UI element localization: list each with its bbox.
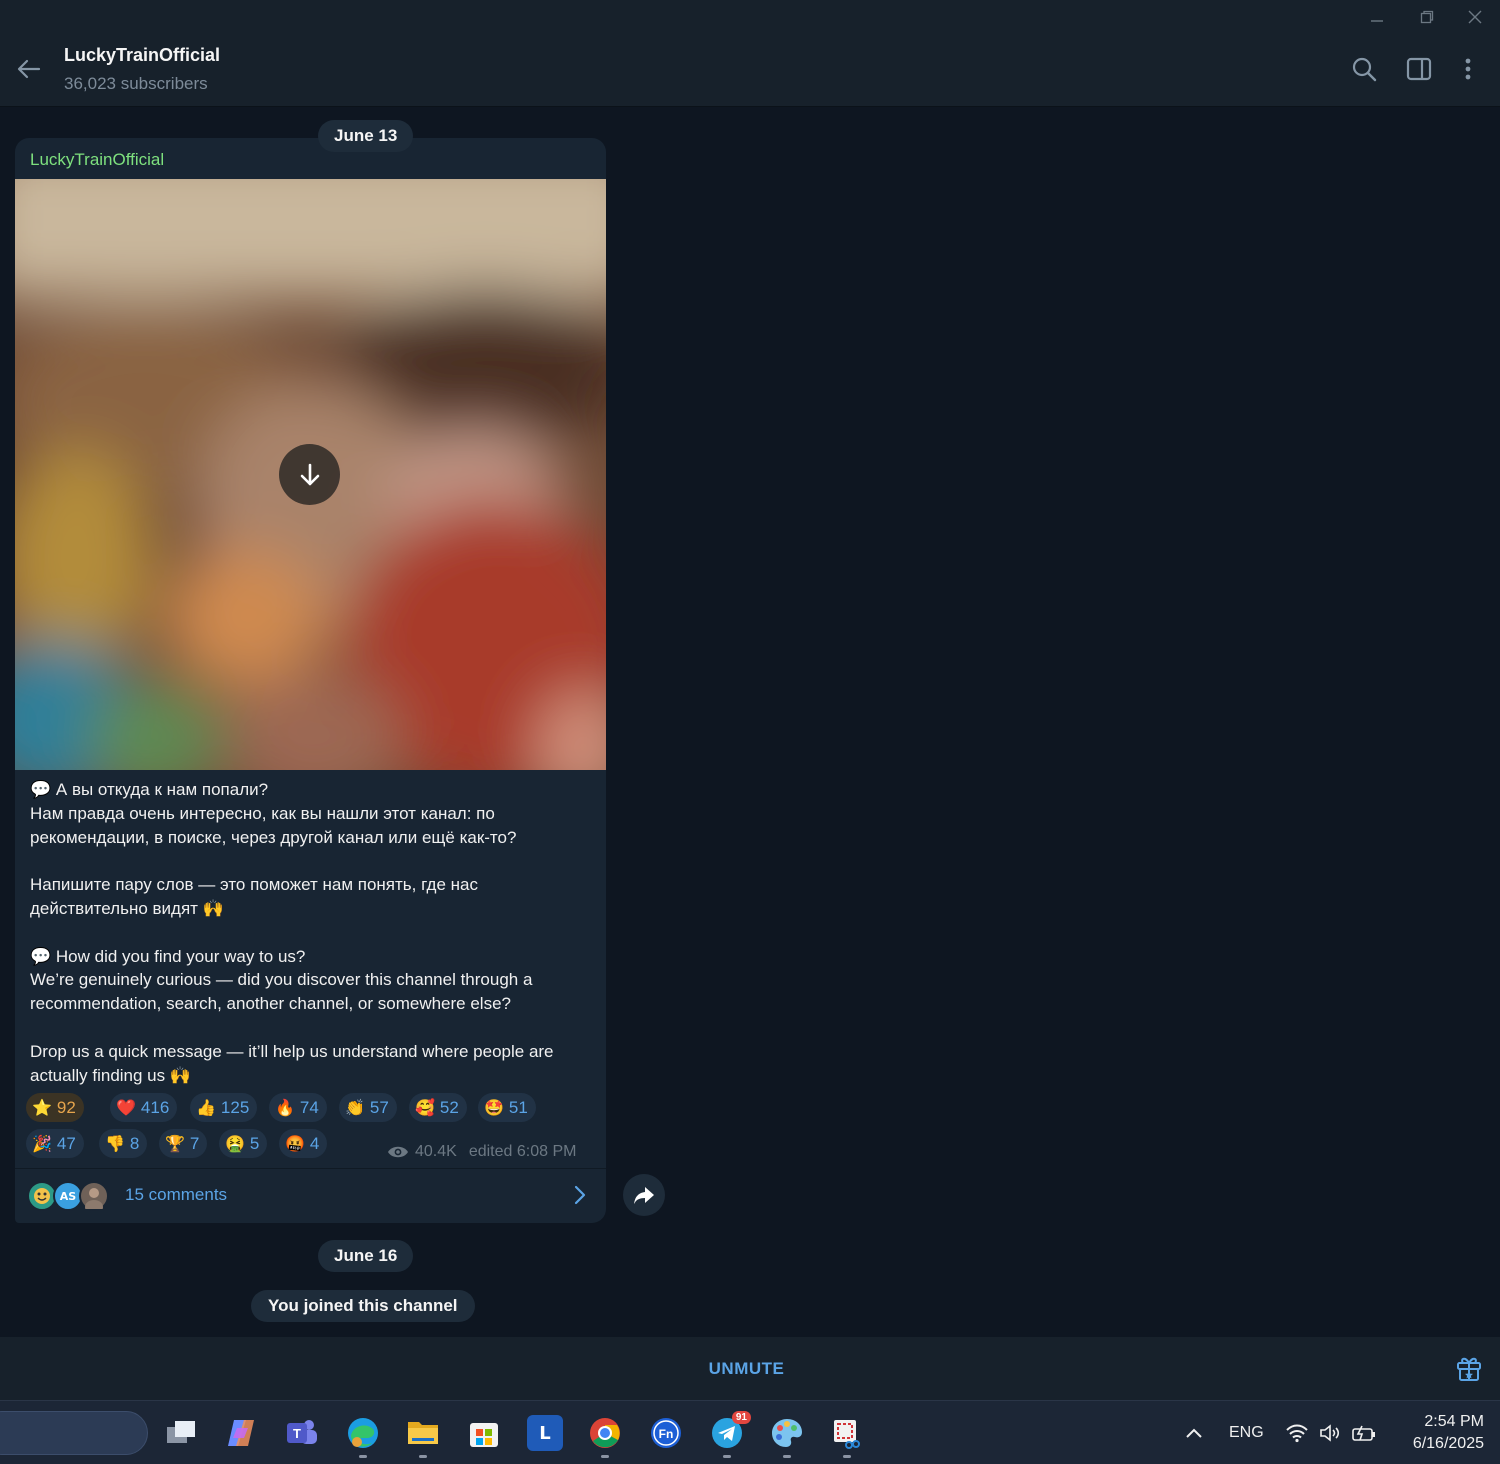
reaction-trophy[interactable]: 🏆 7 [159, 1129, 208, 1158]
chat-history[interactable]: LuckyTrainOfficial 💬 А вы откуда к нам п… [0, 108, 1500, 1337]
edge-icon[interactable] [345, 1415, 381, 1451]
task-view-icon[interactable] [163, 1415, 199, 1451]
text-en-line2: We’re genuinely curious — did you discov… [30, 970, 538, 1014]
volume-icon[interactable] [1318, 1401, 1342, 1464]
folder-icon[interactable] [405, 1415, 441, 1451]
gift-icon[interactable] [1454, 1353, 1484, 1383]
reaction-clap[interactable]: 👏 57 [339, 1093, 397, 1122]
reaction-thumbs-down[interactable]: 👎 8 [99, 1129, 148, 1158]
reaction-vomit[interactable]: 🤮 5 [219, 1129, 268, 1158]
comments-count[interactable]: 15 comments [125, 1185, 227, 1205]
taskbar-search[interactable] [0, 1411, 148, 1455]
share-button[interactable] [623, 1174, 665, 1216]
sidebar-toggle-icon[interactable] [1404, 54, 1434, 84]
post-meta: 40.4K edited 6:08 PM [387, 1143, 576, 1161]
snipping-icon[interactable] [829, 1415, 865, 1451]
chevron-right-icon [574, 1185, 586, 1205]
service-message: You joined this channel [251, 1290, 475, 1322]
text-ru-line3: Напишите пару слов — это поможет нам пон… [30, 875, 483, 918]
os-taskbar: T L Fn 91 ENG 2:54 PM 6/16/2025 [0, 1400, 1500, 1464]
view-count: 40.4K [415, 1143, 457, 1160]
minimize-icon[interactable] [1354, 0, 1400, 34]
chrome-icon[interactable] [587, 1415, 623, 1451]
post-author[interactable]: LuckyTrainOfficial [30, 150, 164, 170]
clock-time: 2:54 PM [1424, 1413, 1484, 1430]
window-titlebar [0, 0, 1500, 34]
l-app-icon[interactable]: L [527, 1415, 563, 1451]
text-ru-line1: 💬 А вы откуда к нам попали? [30, 780, 269, 799]
text-en-line1: 💬 How did you find your way to us? [30, 946, 306, 966]
svg-text:Fn: Fn [659, 1427, 674, 1441]
language-indicator[interactable]: ENG [1229, 1401, 1264, 1464]
telegram-window: LuckyTrainOfficial 36,023 subscribers Lu… [0, 0, 1500, 1464]
tray-overflow-icon[interactable] [1184, 1401, 1204, 1464]
reaction-star-eyes[interactable]: 🤩 51 [478, 1093, 536, 1122]
reaction-fire[interactable]: 🔥 74 [269, 1093, 327, 1122]
views-eye-icon [388, 1146, 408, 1158]
chat-header: LuckyTrainOfficial 36,023 subscribers [0, 34, 1500, 107]
reaction-party[interactable]: 🎉 47 [26, 1129, 84, 1158]
reaction-thumbs-up[interactable]: 👍 125 [190, 1093, 258, 1122]
text-ru-line2: Нам правда очень интересно, как вы нашли… [30, 803, 517, 847]
more-vertical-icon[interactable] [1453, 54, 1483, 84]
wifi-icon[interactable] [1285, 1401, 1309, 1464]
share-icon [634, 1187, 654, 1204]
reaction-star[interactable]: ⭐ 92 [26, 1093, 84, 1122]
comments-button[interactable]: AS 15 comments [15, 1169, 606, 1223]
svg-text:T: T [293, 1426, 301, 1441]
system-clock[interactable]: 2:54 PM 6/16/2025 [1388, 1411, 1484, 1455]
post-text: 💬 А вы откуда к нам попали? Нам правда о… [30, 778, 595, 1087]
copilot-icon[interactable] [223, 1415, 259, 1451]
search-icon[interactable] [1349, 54, 1379, 84]
clock-date: 6/16/2025 [1412, 1435, 1484, 1452]
reaction-cursing[interactable]: 🤬 4 [279, 1129, 328, 1158]
download-button[interactable] [279, 444, 340, 505]
unmute-button[interactable]: UNMUTE [0, 1337, 1493, 1400]
back-arrow-icon[interactable] [14, 54, 44, 84]
compose-bar: UNMUTE [0, 1337, 1500, 1400]
notification-badge: 91 [731, 1411, 751, 1424]
teams-icon[interactable]: T [284, 1415, 320, 1451]
channel-post[interactable]: LuckyTrainOfficial 💬 А вы откуда к нам п… [15, 138, 606, 1223]
battery-icon[interactable] [1351, 1401, 1377, 1464]
edited-time: edited 6:08 PM [468, 1143, 577, 1160]
date-separator: June 13 [318, 120, 414, 152]
restore-icon[interactable] [1404, 0, 1450, 34]
date-separator: June 16 [318, 1240, 414, 1272]
paint-icon[interactable] [769, 1415, 805, 1451]
avatar [79, 1181, 109, 1211]
close-icon[interactable] [1452, 0, 1498, 34]
fn-app-icon[interactable]: Fn [648, 1415, 684, 1451]
telegram-icon[interactable]: 91 [709, 1411, 751, 1451]
subscriber-count: 36,023 subscribers [64, 74, 208, 93]
store-icon[interactable] [466, 1415, 502, 1451]
text-en-line3: Drop us a quick message — it’ll help us … [30, 1041, 559, 1085]
download-icon [300, 463, 319, 485]
channel-title[interactable]: LuckyTrainOfficial [64, 45, 220, 66]
reaction-hearts-face[interactable]: 🥰 52 [409, 1093, 467, 1122]
reaction-heart[interactable]: ❤️ 416 [110, 1093, 178, 1122]
post-media[interactable] [15, 179, 606, 770]
